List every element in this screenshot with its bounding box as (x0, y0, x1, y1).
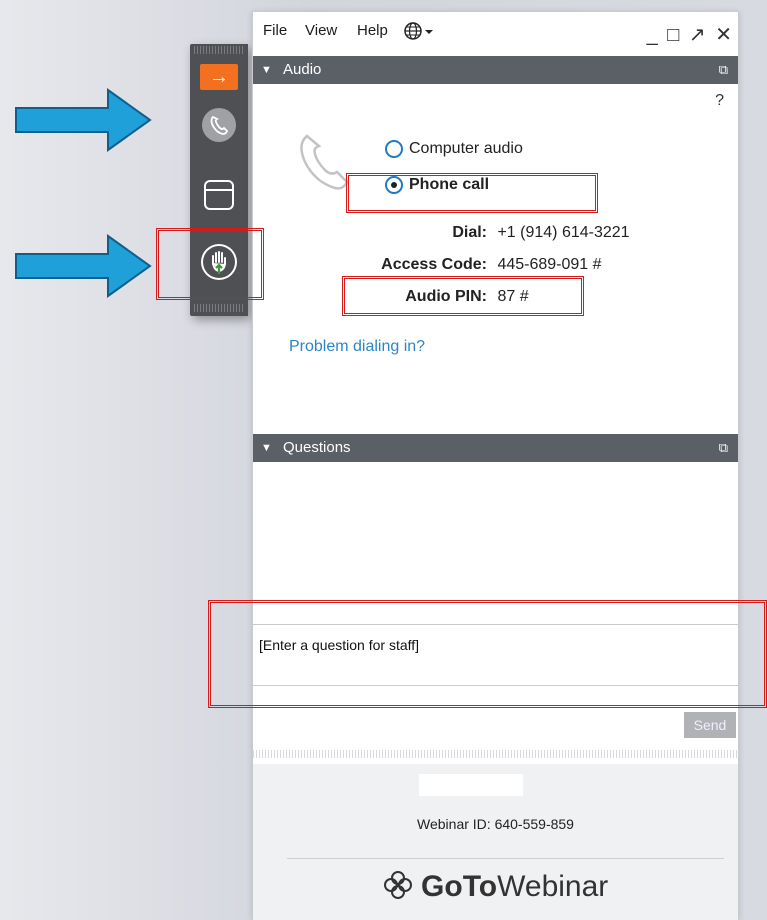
phone-icon (210, 115, 229, 135)
computer-audio-option[interactable]: Computer audio (385, 140, 523, 158)
audio-section: ? Computer audio Phone call Dial: +1 (91… (253, 84, 738, 437)
popout-icon[interactable]: ⧉ (719, 56, 728, 84)
dial-row: Dial: +1 (914) 614-3221 (335, 224, 630, 242)
webinar-control-panel: File View Help _ □ ↗ ✕ ▼ Audio ⧉ ? Compu… (252, 12, 739, 920)
divider (287, 858, 724, 859)
language-globe-icon[interactable] (403, 20, 437, 46)
organizer-logo-placeholder (419, 774, 523, 796)
webinar-id: Webinar ID: 640-559-859 (417, 816, 574, 832)
toolbar-grip[interactable] (194, 46, 244, 54)
access-code-value: 445-689-091 # (497, 256, 602, 273)
window-controls[interactable]: _ □ ↗ ✕ (647, 22, 734, 47)
popout-icon[interactable]: ⧉ (719, 434, 728, 462)
dial-label: Dial: (452, 224, 487, 241)
logo-webinar-text: Webinar (497, 870, 609, 903)
problem-dialing-link[interactable]: Problem dialing in? (289, 338, 425, 356)
gotowebinar-logo: GoToWebinar (253, 870, 738, 904)
resize-handle[interactable] (253, 750, 738, 758)
computer-audio-label: Computer audio (409, 140, 523, 158)
questions-header-title: Questions (283, 439, 351, 456)
menu-view[interactable]: View (305, 22, 337, 39)
annotation-box-question-input (208, 600, 767, 708)
audio-phone-button[interactable] (202, 108, 236, 142)
expand-panel-button[interactable]: → (200, 64, 238, 90)
window-icon (206, 189, 232, 191)
annotation-box-raise-hand (156, 228, 264, 300)
collapse-triangle-icon[interactable]: ▼ (261, 56, 272, 84)
menu-file[interactable]: File (263, 22, 287, 39)
questions-section-header[interactable]: ▼ Questions ⧉ (253, 434, 738, 462)
window-button[interactable] (204, 180, 234, 210)
help-icon[interactable]: ? (715, 92, 724, 110)
annotation-box-audio-pin (342, 276, 584, 316)
audio-header-title: Audio (283, 61, 322, 78)
annotation-arrow-icon (15, 88, 152, 152)
annotation-arrow-icon (15, 234, 152, 298)
toolbar-grip[interactable] (194, 304, 244, 312)
logo-goto-text: GoTo (421, 870, 498, 903)
annotation-box-phone-call (346, 173, 598, 213)
access-code-row: Access Code: 445-689-091 # (335, 256, 602, 274)
audio-section-header[interactable]: ▼ Audio ⧉ (253, 56, 738, 84)
menu-bar: File View Help _ □ ↗ ✕ (253, 12, 738, 54)
gotowebinar-flower-icon (383, 871, 412, 899)
send-button[interactable]: Send (684, 712, 736, 738)
menu-help[interactable]: Help (357, 22, 388, 39)
footer: Webinar ID: 640-559-859 GoToWebinar (253, 764, 738, 920)
collapse-triangle-icon[interactable]: ▼ (261, 434, 272, 462)
dial-value: +1 (914) 614-3221 (497, 224, 630, 241)
access-code-label: Access Code: (381, 256, 487, 273)
radio-button[interactable] (385, 140, 403, 158)
